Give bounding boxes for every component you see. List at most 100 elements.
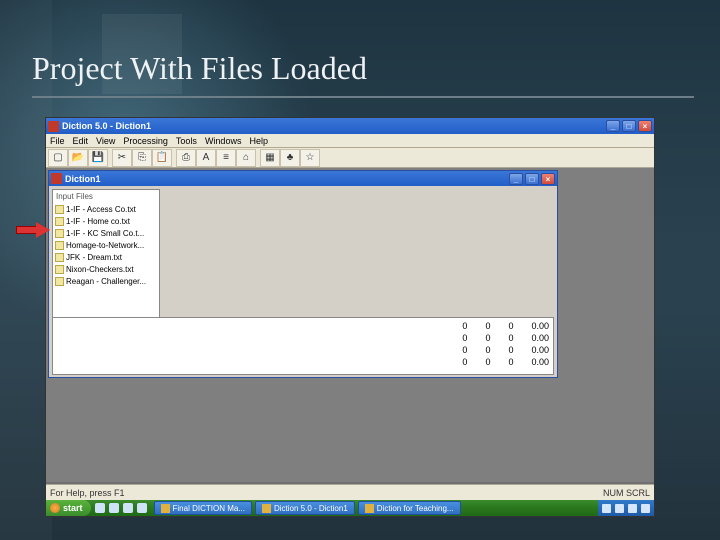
task-icon xyxy=(262,504,271,513)
list-item[interactable]: Nixon-Checkers.txt xyxy=(55,263,157,275)
menu-help[interactable]: Help xyxy=(249,136,268,146)
tool-a-button[interactable]: A xyxy=(196,149,216,167)
list-item[interactable]: 1-IF - Home co.txt xyxy=(55,215,157,227)
close-button[interactable]: × xyxy=(638,120,652,132)
toolbar: ▢ 📂 💾 ✂ ⎘ 📋 ⎙ A ≡ ⌂ ▦ ♣ ☆ xyxy=(46,148,654,168)
cell: 0.00 xyxy=(531,320,549,332)
file-icon xyxy=(55,217,64,226)
tool-e-button[interactable]: ♣ xyxy=(280,149,300,167)
cell: 0 xyxy=(485,320,490,332)
tool-f-button[interactable]: ☆ xyxy=(300,149,320,167)
results-grid: 0 0 0 0 0 0 0 0 xyxy=(52,317,554,375)
tool-d-button[interactable]: ▦ xyxy=(260,149,280,167)
file-label: Nixon-Checkers.txt xyxy=(66,265,134,274)
screenshot-container: Diction 5.0 - Diction1 _ □ × File Edit V… xyxy=(46,118,654,516)
cell: 0 xyxy=(462,320,467,332)
ql-icon[interactable] xyxy=(95,503,105,513)
file-icon xyxy=(55,241,64,250)
file-icon xyxy=(55,253,64,262)
menu-file[interactable]: File xyxy=(50,136,65,146)
cell: 0.00 xyxy=(531,356,549,368)
list-item[interactable]: Homage-to-Network... xyxy=(55,239,157,251)
task-label: Final DICTION Ma... xyxy=(173,504,245,513)
tray-icon[interactable] xyxy=(641,504,650,513)
cell: 0 xyxy=(508,332,513,344)
list-item[interactable]: 1-IF - KC Small Co.t... xyxy=(55,227,157,239)
cell: 0 xyxy=(462,356,467,368)
cell: 0 xyxy=(508,344,513,356)
system-tray xyxy=(598,500,654,516)
tray-icon[interactable] xyxy=(602,504,611,513)
project-close-button[interactable]: × xyxy=(541,173,555,185)
start-label: start xyxy=(63,503,83,513)
menu-view[interactable]: View xyxy=(96,136,115,146)
grid-col-3: 0 0 0 0 xyxy=(508,320,513,368)
project-maximize-button[interactable]: □ xyxy=(525,173,539,185)
file-label: Homage-to-Network... xyxy=(66,241,144,250)
list-item[interactable]: JFK - Dream.txt xyxy=(55,251,157,263)
project-minimize-button[interactable]: _ xyxy=(509,173,523,185)
mdi-area: Diction1 _ □ × Input Files 1-IF - Access… xyxy=(46,168,654,482)
save-button[interactable]: 💾 xyxy=(88,149,108,167)
menu-tools[interactable]: Tools xyxy=(176,136,197,146)
file-label: JFK - Dream.txt xyxy=(66,253,122,262)
maximize-button[interactable]: □ xyxy=(622,120,636,132)
menu-windows[interactable]: Windows xyxy=(205,136,242,146)
new-button[interactable]: ▢ xyxy=(48,149,68,167)
cell: 0.00 xyxy=(531,344,549,356)
menu-bar: File Edit View Processing Tools Windows … xyxy=(46,134,654,148)
project-titlebar[interactable]: Diction1 _ □ × xyxy=(49,171,557,186)
tool-b-button[interactable]: ≡ xyxy=(216,149,236,167)
status-help-text: For Help, press F1 xyxy=(50,488,125,498)
ql-icon[interactable] xyxy=(137,503,147,513)
file-icon xyxy=(55,205,64,214)
taskbar-button[interactable]: Diction for Teaching... xyxy=(358,501,461,515)
paste-button[interactable]: 📋 xyxy=(152,149,172,167)
ql-icon[interactable] xyxy=(109,503,119,513)
callout-arrow xyxy=(16,222,52,238)
print-button[interactable]: ⎙ xyxy=(176,149,196,167)
menu-edit[interactable]: Edit xyxy=(73,136,89,146)
window-controls: _ □ × xyxy=(606,120,652,132)
taskbar-button[interactable]: Final DICTION Ma... xyxy=(154,501,252,515)
task-label: Diction 5.0 - Diction1 xyxy=(274,504,348,513)
cut-button[interactable]: ✂ xyxy=(112,149,132,167)
input-files-panel: Input Files 1-IF - Access Co.txt 1-IF - … xyxy=(52,189,160,319)
grid-col-1: 0 0 0 0 xyxy=(462,320,467,368)
file-icon xyxy=(55,229,64,238)
cell: 0 xyxy=(462,332,467,344)
cell: 0 xyxy=(485,356,490,368)
tool-c-button[interactable]: ⌂ xyxy=(236,149,256,167)
file-icon xyxy=(55,277,64,286)
task-icon xyxy=(161,504,170,513)
app-title: Diction 5.0 - Diction1 xyxy=(62,121,151,131)
file-icon xyxy=(55,265,64,274)
list-item[interactable]: Reagan - Challenger... xyxy=(55,275,157,287)
start-orb-icon xyxy=(50,503,60,513)
app-titlebar[interactable]: Diction 5.0 - Diction1 _ □ × xyxy=(46,118,654,134)
taskbar-button[interactable]: Diction 5.0 - Diction1 xyxy=(255,501,355,515)
open-button[interactable]: 📂 xyxy=(68,149,88,167)
file-label: 1-IF - Home co.txt xyxy=(66,217,130,226)
task-label: Diction for Teaching... xyxy=(377,504,454,513)
status-indicators: NUM SCRL xyxy=(603,488,650,498)
input-files-label: Input Files xyxy=(55,192,157,203)
list-item[interactable]: 1-IF - Access Co.txt xyxy=(55,203,157,215)
menu-processing[interactable]: Processing xyxy=(123,136,168,146)
start-button[interactable]: start xyxy=(46,500,91,516)
tray-icon[interactable] xyxy=(628,504,637,513)
quick-launch xyxy=(91,503,151,513)
app-icon xyxy=(48,121,59,132)
file-label: 1-IF - KC Small Co.t... xyxy=(66,229,144,238)
project-body: Input Files 1-IF - Access Co.txt 1-IF - … xyxy=(49,186,557,377)
cell: 0 xyxy=(508,320,513,332)
cell: 0.00 xyxy=(531,332,549,344)
minimize-button[interactable]: _ xyxy=(606,120,620,132)
grid-col-4: 0.00 0.00 0.00 0.00 xyxy=(531,320,549,368)
tray-icon[interactable] xyxy=(615,504,624,513)
project-title: Diction1 xyxy=(65,174,101,184)
copy-button[interactable]: ⎘ xyxy=(132,149,152,167)
file-label: Reagan - Challenger... xyxy=(66,277,146,286)
ql-icon[interactable] xyxy=(123,503,133,513)
taskbar: start Final DICTION Ma... Diction 5.0 - … xyxy=(46,500,654,516)
